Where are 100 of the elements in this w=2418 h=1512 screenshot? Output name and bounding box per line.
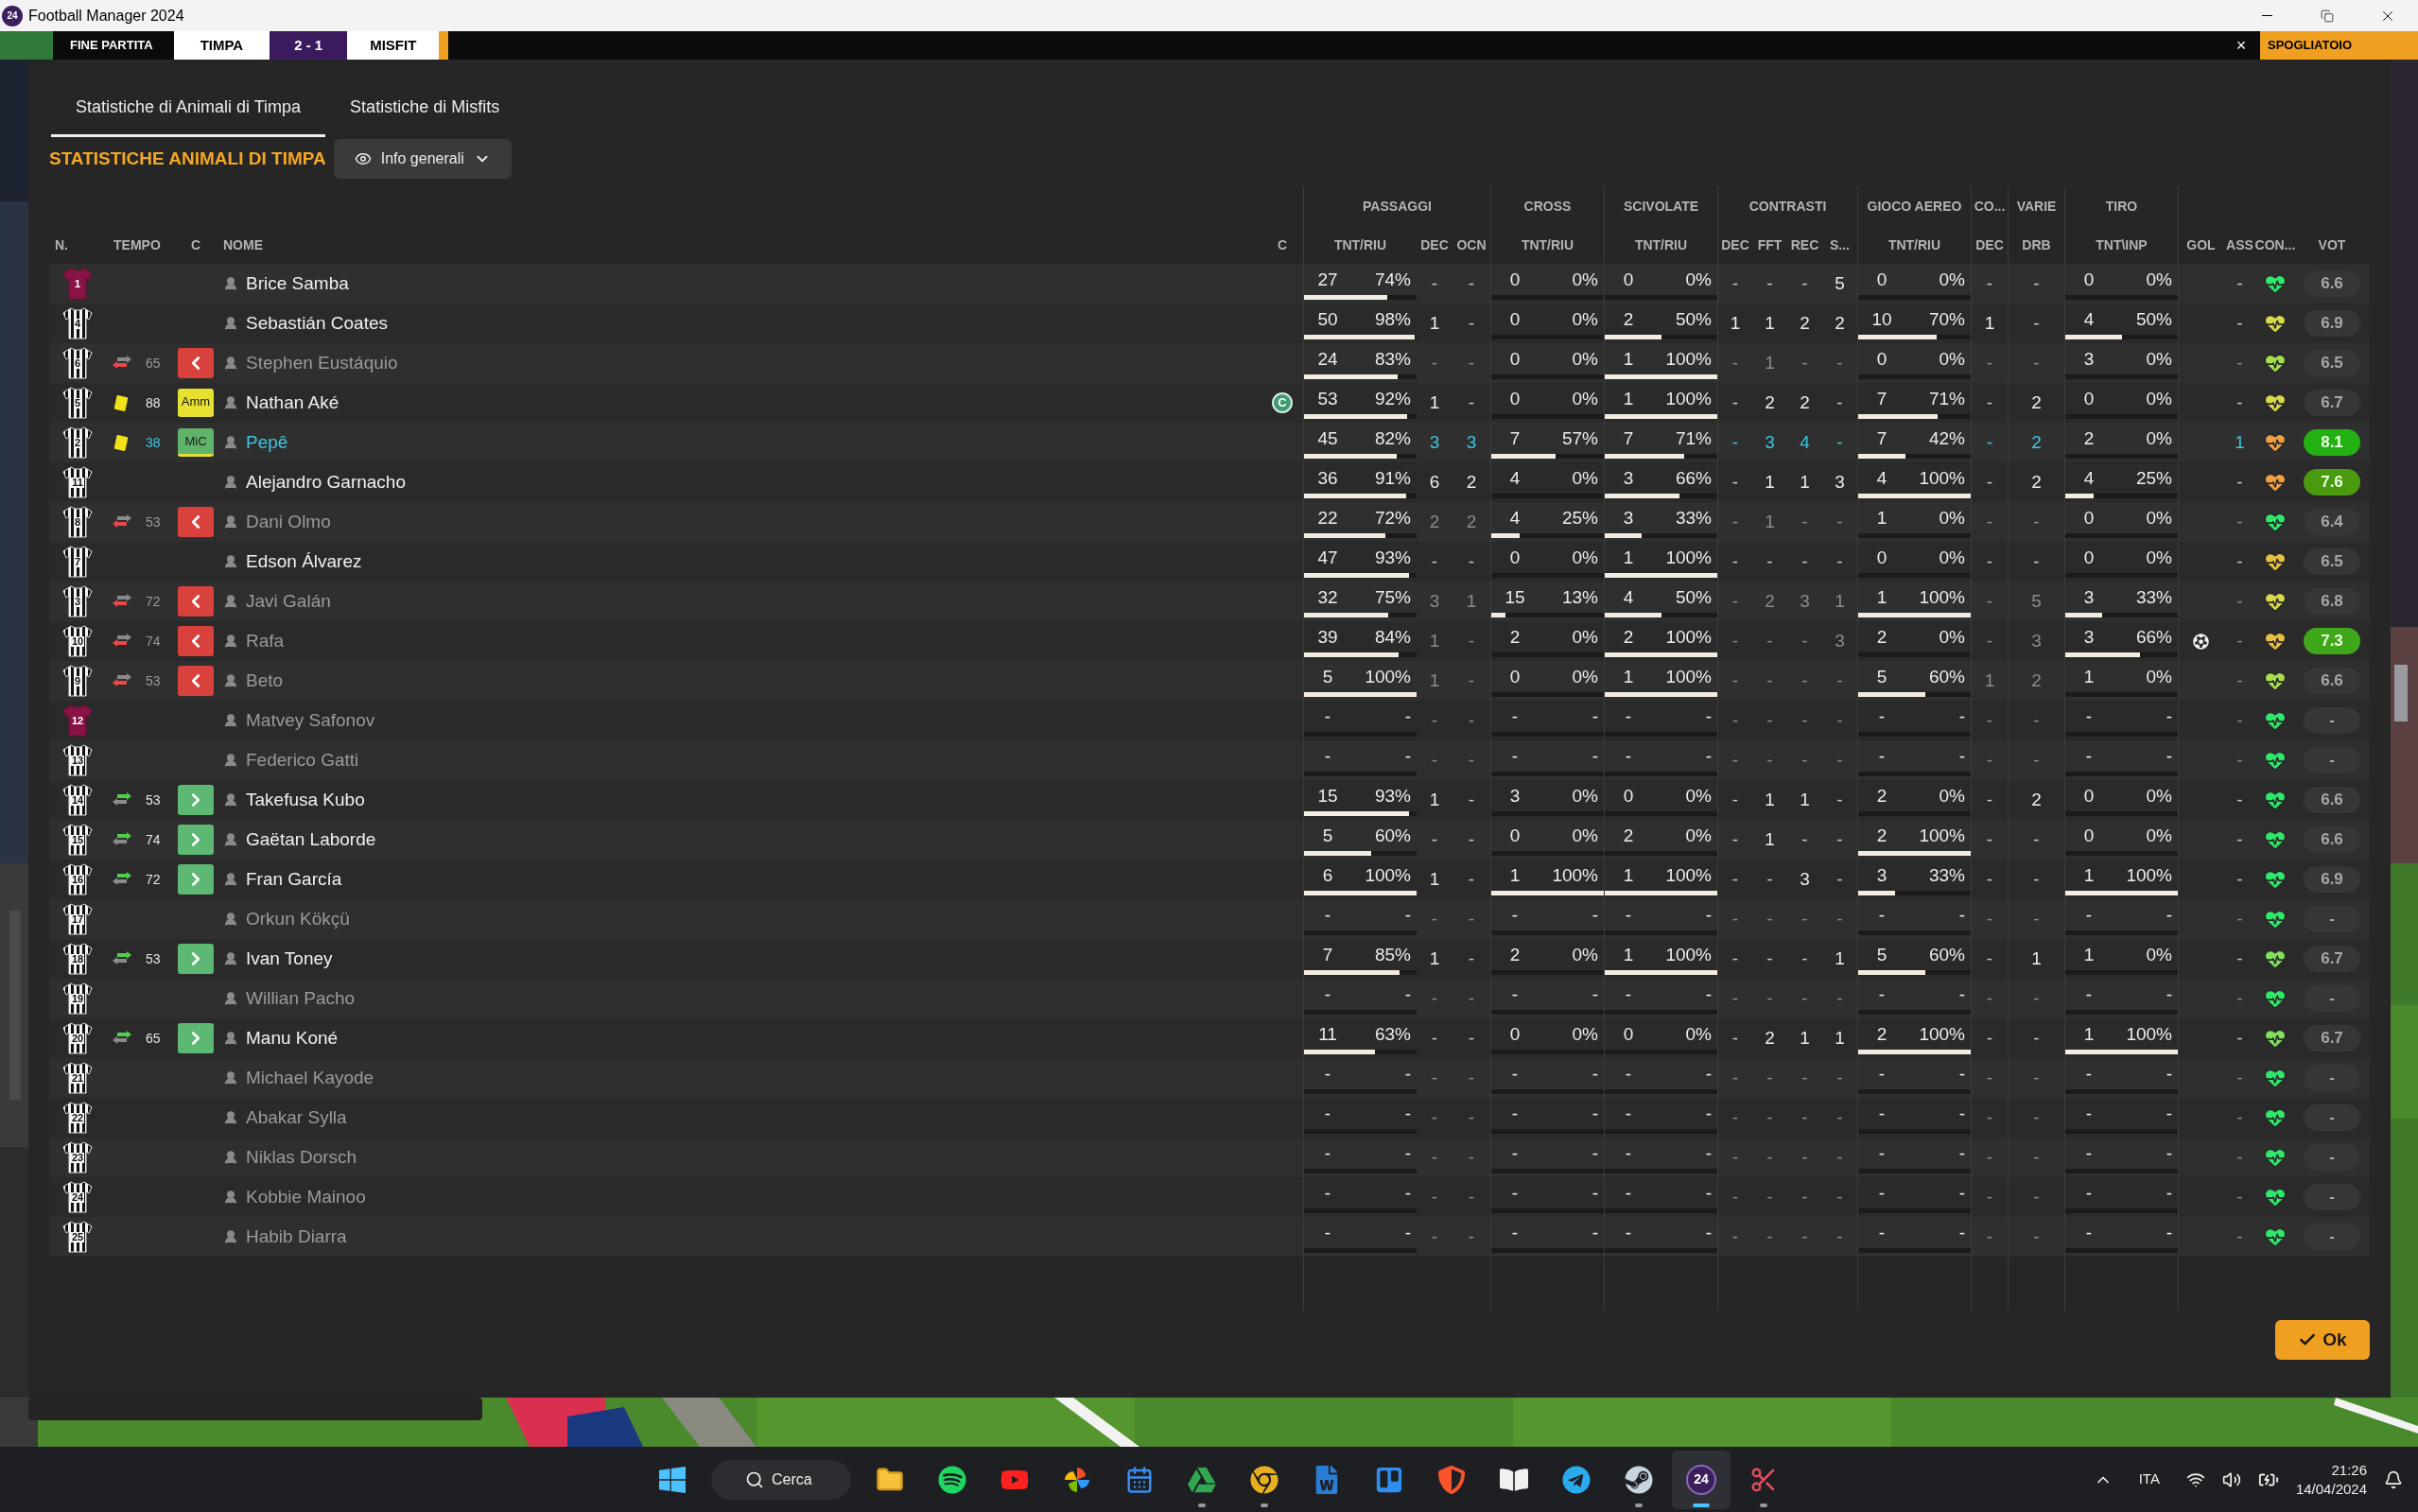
column-header[interactable]: TNT/RIU [1333, 235, 1387, 255]
player-name[interactable]: Michael Kayode [246, 1064, 374, 1092]
player-row[interactable]: 14 53 Takefusa Kubo 15 93% 1 - 3 0% 0 0% - 1 1 - 2 0% - 2 0 0% - 6.6 [49, 780, 2370, 820]
substituted-off-button[interactable] [178, 348, 214, 378]
view-dropdown[interactable]: Info generali [333, 139, 512, 179]
player-row[interactable]: 24 Kobbie Mainoo - - - - - - - - - - - - - - - - - - - - [49, 1177, 2370, 1217]
player-name[interactable]: Orkun Kökçü [246, 905, 350, 933]
column-header[interactable]: C [190, 235, 201, 255]
close-button[interactable]: × [2222, 31, 2260, 60]
browser-icon[interactable] [1250, 1465, 1279, 1494]
player-name[interactable]: Niklas Dorsch [246, 1143, 357, 1172]
dressing-room-button[interactable]: SPOGLIATOIO [2260, 31, 2418, 60]
player-name[interactable]: Abakar Sylla [246, 1104, 347, 1132]
windows-start-icon[interactable] [657, 1464, 687, 1495]
player-row[interactable]: 19 Willian Pacho - - - - - - - - - - - - - - - - - - - - [49, 979, 2370, 1018]
player-row[interactable]: 10 74 Rafa 39 84% 1 - 2 0% 2 100% - - - 3 2 0% - 3 3 66% - 7.3 [49, 621, 2370, 661]
tab[interactable]: Statistiche di Misfits [325, 80, 525, 137]
player-name[interactable]: Alejandro Garnacho [246, 468, 406, 496]
column-header[interactable]: TNT/RIU [1887, 235, 1941, 255]
search-field[interactable]: Cerca [711, 1459, 851, 1500]
column-header[interactable]: ASS [2226, 235, 2253, 255]
bell-icon[interactable] [2384, 1469, 2403, 1489]
speaker-icon[interactable] [2221, 1469, 2241, 1489]
column-header[interactable]: VOT [2318, 235, 2346, 255]
player-row[interactable]: 6 65 Stephen Eustáquio 24 83% - - 0 0% 1 100% - 1 - - 0 0% - - 3 0% - 6.5 [49, 343, 2370, 383]
player-name[interactable]: Edson Álvarez [246, 547, 362, 576]
player-row[interactable]: 20 65 Manu Koné 11 63% - - 0 0% 0 0% - 2 1 1 2 100% - - 1 100% - 6.7 [49, 1018, 2370, 1058]
player-row[interactable]: 17 Orkun Kökçü - - - - - - - - - - - - - - - - - - - - [49, 899, 2370, 939]
player-row[interactable]: 7 Edson Álvarez 47 93% - - 0 0% 1 100% - - - - 0 0% - - 0 0% - 6.5 [49, 542, 2370, 582]
substituted-off-button[interactable] [178, 586, 214, 617]
column-header[interactable]: NOME [223, 235, 263, 255]
clock-time[interactable]: 21:26 [2331, 1460, 2367, 1480]
player-name[interactable]: Fran García [246, 865, 342, 894]
pinwheel-icon[interactable] [1063, 1465, 1091, 1494]
player-name[interactable]: Dani Olmo [246, 508, 331, 536]
column-header[interactable]: C [1277, 235, 1288, 255]
tab[interactable]: Statistiche di Animali di Timpa [51, 80, 326, 137]
player-row[interactable]: 8 53 Dani Olmo 22 72% 2 2 4 25% 3 33% - 1 - - 1 0% - - 0 0% - 6.4 [49, 502, 2370, 542]
player-name[interactable]: Beto [246, 667, 284, 695]
music-app-icon[interactable] [938, 1465, 966, 1494]
column-header[interactable]: DRB [2022, 235, 2051, 255]
player-name[interactable]: Matvey Safonov [246, 706, 375, 735]
column-header[interactable]: OCN [1456, 235, 1487, 255]
player-name[interactable]: Habib Diarra [246, 1223, 347, 1251]
column-header[interactable]: S... [1830, 235, 1850, 255]
column-header[interactable]: TNT/RIU [1521, 235, 1574, 255]
player-name[interactable]: Sebastián Coates [246, 309, 388, 338]
column-header[interactable]: DEC [1975, 235, 2004, 255]
column-header[interactable]: DEC [1420, 235, 1449, 255]
clock-date[interactable]: 14/04/2024 [2295, 1479, 2367, 1499]
paper-plane-icon[interactable] [1562, 1465, 1591, 1494]
player-row[interactable]: 23 Niklas Dorsch - - - - - - - - - - - - - - - - - - - - [49, 1138, 2370, 1177]
language-indicator[interactable]: ITA [2138, 1469, 2160, 1490]
substituted-off-button[interactable] [178, 626, 214, 656]
player-row[interactable]: 3 72 Javi Galán 32 75% 3 1 15 13% 4 50% - 2 3 1 1 100% - 5 3 33% - 6.8 [49, 582, 2370, 621]
player-name[interactable]: Manu Koné [246, 1024, 339, 1052]
player-row[interactable]: 9 53 Beto 5 100% 1 - 0 0% 1 100% - - - - 5 60% 1 2 1 0% - 6.6 [49, 661, 2370, 701]
player-row[interactable]: 12 Matvey Safonov - - - - - - - - - - - - - - - - - - - - [49, 701, 2370, 740]
player-name[interactable]: Willian Pacho [246, 984, 356, 1013]
player-row[interactable]: 15 74 Gaëtan Laborde 5 60% - - 0 0% 2 0% - 1 - - 2 100% - - 0 0% - 6.6 [49, 820, 2370, 860]
ok-button[interactable]: Ok [2275, 1320, 2370, 1360]
substituted-off-button[interactable] [178, 507, 214, 537]
player-row[interactable]: 1 Brice Samba 27 74% - - 0 0% 0 0% - - - 5 0 0% - - 0 0% - 6.6 [49, 264, 2370, 304]
triangle-logo-icon[interactable] [1188, 1465, 1216, 1494]
player-name[interactable]: Brice Samba [246, 269, 349, 298]
player-name[interactable]: Javi Galán [246, 587, 331, 616]
player-name[interactable]: Pepê [246, 428, 288, 457]
player-name[interactable]: Stephen Eustáquio [246, 349, 398, 377]
player-row[interactable]: 13 Federico Gatti - - - - - - - - - - - - - - - - - - - - [49, 740, 2370, 780]
player-row[interactable]: 5 88 Amm Nathan Aké C 53 92% 1 - 0 0% 1 100% - 2 2 - 7 71% - 2 0 0% - 6.7 [49, 383, 2370, 423]
player-name[interactable]: Ivan Toney [246, 945, 333, 973]
player-name[interactable]: Takefusa Kubo [246, 786, 365, 814]
column-header[interactable]: REC [1790, 235, 1819, 255]
player-row[interactable]: 25 Habib Diarra - - - - - - - - - - - - - - - - - - - - [49, 1217, 2370, 1257]
column-header[interactable]: GOL [2186, 235, 2216, 255]
column-header[interactable]: TEMPO [113, 235, 161, 255]
player-row[interactable]: 2 38 MiC Pepê 45 82% 3 3 7 57% 7 71% - 3 4 - 7 42% - 2 2 0% 1 8.1 [49, 423, 2370, 462]
player-name[interactable]: Kobbie Mainoo [246, 1183, 366, 1211]
player-row[interactable]: 11 Alejandro Garnacho 36 91% 6 2 4 0% 3 66% - 1 1 3 4 100% - 2 4 25% - 7.6 [49, 462, 2370, 502]
game-app-button[interactable]: 24 [1686, 1464, 1716, 1495]
player-row[interactable]: 4 Sebastián Coates 50 98% 1 - 0 0% 2 50% 1 1 2 2 10 70% 1 - 4 50% - 6.9 [49, 304, 2370, 343]
column-header[interactable]: N. [55, 235, 68, 255]
player-name[interactable]: Federico Gatti [246, 746, 359, 774]
player-name[interactable]: Gaëtan Laborde [246, 826, 376, 854]
calendar-icon[interactable] [1125, 1465, 1154, 1494]
board-app-icon[interactable] [1375, 1465, 1403, 1494]
player-name[interactable]: Rafa [246, 627, 285, 655]
column-header[interactable]: TNT/RIU [1634, 235, 1688, 255]
player-name[interactable]: Nathan Aké [246, 389, 339, 417]
player-row[interactable]: 22 Abakar Sylla - - - - - - - - - - - - - - - - - - - - [49, 1098, 2370, 1138]
shield-icon[interactable] [1437, 1465, 1466, 1494]
player-row[interactable]: 18 53 Ivan Toney 7 85% 1 - 2 0% 1 100% - - - 1 5 60% - 1 1 0% - 6.7 [49, 939, 2370, 979]
substituted-off-button[interactable] [178, 666, 214, 696]
column-header[interactable]: CON... [2254, 235, 2296, 255]
column-header[interactable]: DEC [1721, 235, 1749, 255]
column-header[interactable]: FFT [1757, 235, 1783, 255]
game-store-icon[interactable] [1625, 1465, 1653, 1494]
column-header[interactable]: TNT\INP [2096, 235, 2148, 255]
player-row[interactable]: 16 72 Fran García 6 100% 1 - 1 100% 1 100% - - 3 - 3 33% - - 1 100% - 6.9 [49, 860, 2370, 899]
player-row[interactable]: 21 Michael Kayode - - - - - - - - - - - - - - - - - - - - [49, 1058, 2370, 1098]
